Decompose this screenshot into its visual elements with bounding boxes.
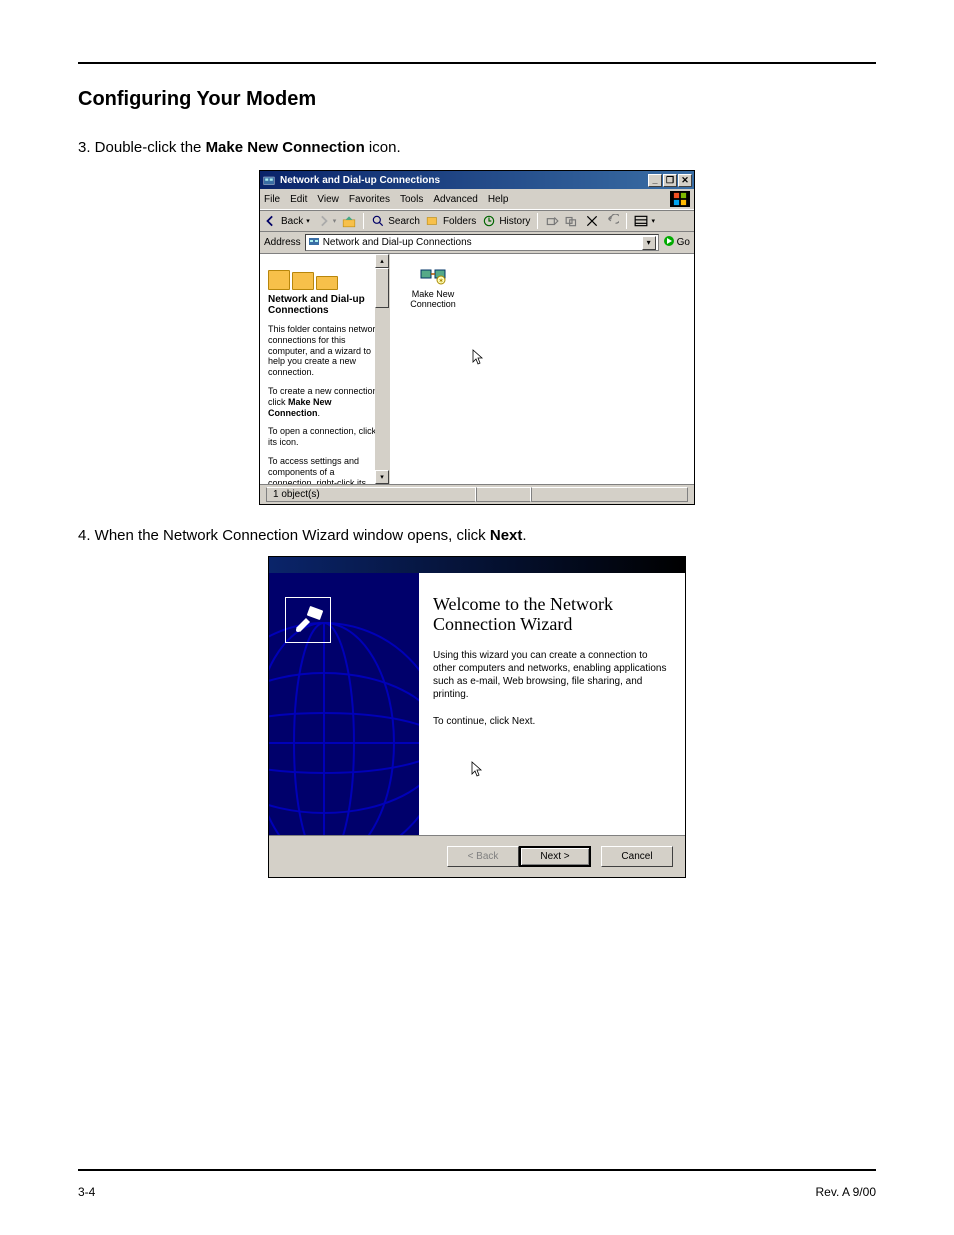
wizard-p2: To continue, click Next.	[433, 715, 667, 728]
svg-text:✶: ✶	[438, 277, 444, 285]
cancel-button[interactable]: Cancel	[601, 846, 673, 867]
up-button[interactable]	[342, 214, 356, 228]
go-button[interactable]: Go	[663, 235, 690, 250]
close-button[interactable]: ✕	[678, 174, 692, 187]
make-new-connection-item[interactable]: ✶ Make New Connection	[398, 262, 468, 309]
step-4-text: 4. When the Network Connection Wizard wi…	[78, 527, 876, 544]
wizard-icon	[285, 597, 331, 643]
forward-arrow-icon	[316, 214, 330, 228]
delete-icon	[585, 214, 599, 228]
connection-icon: ✶	[419, 262, 447, 286]
folders-button[interactable]: Folders	[426, 214, 476, 228]
wizard-titlebar	[269, 557, 685, 573]
info-pane: Network and Dial-up Connections This fol…	[260, 254, 390, 484]
history-label: History	[499, 216, 530, 227]
scroll-up-icon[interactable]: ▴	[375, 254, 389, 268]
back-button[interactable]: Back ▾	[264, 214, 310, 228]
item-label: Make New Connection	[398, 289, 468, 309]
address-bar: Address Network and Dial-up Connections …	[260, 232, 694, 254]
step4-suffix: .	[522, 527, 526, 544]
folder-icon	[262, 173, 276, 187]
menu-advanced[interactable]: Advanced	[433, 194, 477, 205]
status-bar: 1 object(s)	[260, 484, 694, 504]
menu-favorites[interactable]: Favorites	[349, 194, 390, 205]
wizard-sidebar	[269, 573, 419, 835]
window-title: Network and Dial-up Connections	[280, 175, 648, 186]
up-folder-icon	[342, 214, 356, 228]
address-dropdown-icon[interactable]: ▾	[642, 236, 656, 250]
step4-prefix: 4. When the Network Connection Wizard wi…	[78, 527, 490, 544]
pane-title: Network and Dial-up Connections	[268, 294, 383, 316]
delete-button[interactable]	[585, 214, 599, 228]
address-value: Network and Dial-up Connections	[323, 237, 472, 248]
pane-p2c: .	[318, 408, 321, 418]
folder-art-icon	[268, 260, 383, 290]
menu-tools[interactable]: Tools	[400, 194, 423, 205]
pane-p1: This folder contains network connections…	[268, 324, 383, 378]
address-field[interactable]: Network and Dial-up Connections ▾	[305, 234, 659, 251]
page-number: 3-4	[78, 1185, 95, 1199]
scroll-thumb[interactable]	[375, 268, 389, 308]
left-scrollbar[interactable]: ▴ ▾	[375, 254, 389, 484]
search-label: Search	[388, 216, 420, 227]
wizard-button-row: < Back Next > Cancel	[269, 835, 685, 877]
content-pane: ✶ Make New Connection	[390, 254, 694, 484]
wizard-body: Welcome to the Network Connection Wizard…	[419, 573, 685, 835]
copyto-icon	[565, 214, 579, 228]
undo-icon	[605, 214, 619, 228]
revision-label: Rev. A 9/00	[816, 1185, 877, 1199]
go-label: Go	[677, 237, 690, 248]
step3-suffix: icon.	[365, 139, 401, 156]
status-text: 1 object(s)	[266, 487, 476, 502]
toolbar: Back ▾ ▾ Search Folders History	[260, 210, 694, 232]
menu-help[interactable]: Help	[488, 194, 509, 205]
windows-logo-icon	[670, 191, 690, 207]
history-icon	[482, 214, 496, 228]
step3-bold: Make New Connection	[206, 139, 365, 156]
menu-edit[interactable]: Edit	[290, 194, 307, 205]
back-button: < Back	[447, 846, 519, 867]
forward-button[interactable]: ▾	[316, 214, 337, 228]
history-button[interactable]: History	[482, 214, 530, 228]
undo-button[interactable]	[605, 214, 619, 228]
scroll-down-icon[interactable]: ▾	[375, 470, 389, 484]
step3-prefix: 3. Double-click the	[78, 139, 206, 156]
folders-label: Folders	[443, 216, 476, 227]
cursor-icon	[472, 349, 486, 370]
menu-file[interactable]: File	[264, 194, 280, 205]
search-icon	[371, 214, 385, 228]
wizard-p1: Using this wizard you can create a conne…	[433, 649, 667, 701]
explorer-window: Network and Dial-up Connections _ ❐ ✕ Fi…	[259, 170, 695, 505]
status-cell-3	[531, 487, 688, 502]
wizard-dialog: Welcome to the Network Connection Wizard…	[268, 556, 686, 878]
page-heading: Configuring Your Modem	[78, 88, 876, 111]
menu-view[interactable]: View	[317, 194, 339, 205]
folders-icon	[426, 214, 440, 228]
pane-p4: To access settings and components of a c…	[268, 456, 383, 484]
address-label: Address	[264, 237, 301, 248]
pane-p3: To open a connection, click its icon.	[268, 426, 383, 448]
step4-bold: Next	[490, 527, 523, 544]
maximize-button[interactable]: ❐	[663, 174, 677, 187]
next-button[interactable]: Next >	[519, 846, 591, 867]
menubar: File Edit View Favorites Tools Advanced …	[260, 189, 694, 210]
views-icon	[634, 214, 648, 228]
status-cell-2	[476, 487, 531, 502]
step-3-text: 3. Double-click the Make New Connection …	[78, 139, 876, 156]
copyto-button[interactable]	[565, 214, 579, 228]
address-folder-icon	[308, 235, 320, 250]
moveto-button[interactable]	[545, 214, 559, 228]
pane-p2: To create a new connection, click Make N…	[268, 386, 383, 418]
views-button[interactable]: ▾	[634, 214, 655, 228]
moveto-icon	[545, 214, 559, 228]
back-arrow-icon	[264, 214, 278, 228]
go-icon	[663, 235, 675, 250]
cursor-icon	[471, 761, 485, 784]
search-button[interactable]: Search	[371, 214, 420, 228]
minimize-button[interactable]: _	[648, 174, 662, 187]
wizard-title: Welcome to the Network Connection Wizard	[433, 595, 667, 635]
titlebar: Network and Dial-up Connections _ ❐ ✕	[260, 171, 694, 189]
back-label: Back	[281, 216, 303, 227]
